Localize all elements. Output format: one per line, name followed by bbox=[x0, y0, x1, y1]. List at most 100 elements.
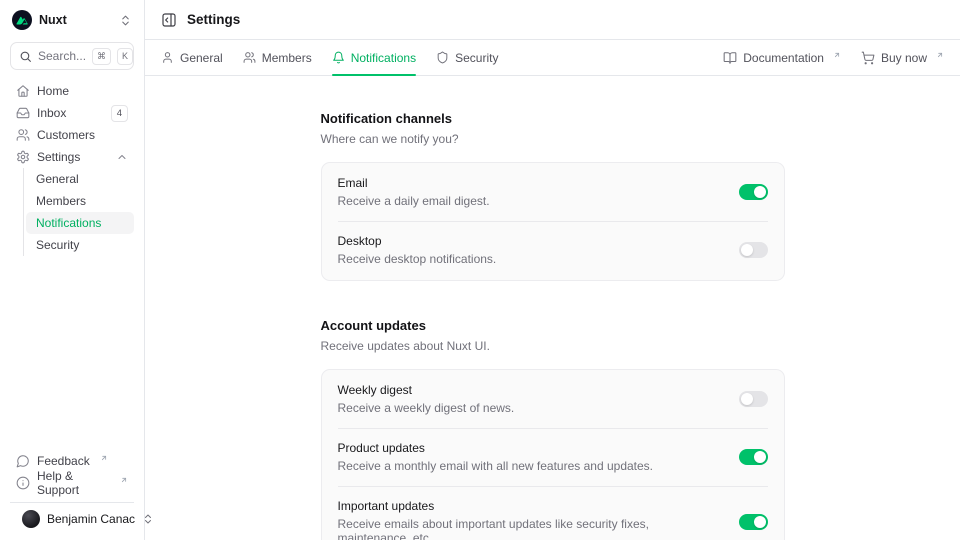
section-title: Notification channels bbox=[321, 111, 785, 126]
tab-label: Notifications bbox=[351, 51, 416, 65]
sidebar-item-notifications[interactable]: Notifications bbox=[26, 212, 134, 234]
sidebar-item-members[interactable]: Members bbox=[26, 190, 134, 212]
sidebar-item-label: Customers bbox=[37, 128, 95, 142]
cart-icon bbox=[861, 51, 875, 65]
sidebar-item-label: Home bbox=[37, 84, 69, 98]
documentation-link[interactable]: Documentation bbox=[723, 51, 841, 65]
sidebar-item-label: Settings bbox=[37, 150, 80, 164]
setting-label: Weekly digest bbox=[338, 383, 723, 397]
chevron-up-icon bbox=[116, 151, 128, 163]
user-icon bbox=[161, 51, 174, 64]
users-icon bbox=[16, 128, 30, 142]
bell-icon bbox=[332, 51, 345, 64]
weekly-digest-toggle[interactable] bbox=[739, 391, 768, 407]
external-link-icon bbox=[936, 51, 944, 59]
workspace-switcher[interactable]: Nuxt bbox=[0, 0, 144, 36]
setting-row-product-updates: Product updates Receive a monthly email … bbox=[338, 428, 768, 486]
sub-item-label: Members bbox=[36, 194, 86, 208]
sidebar-nav: Home Inbox 4 Customers Settings bbox=[0, 80, 144, 256]
section-account-updates: Account updates Receive updates about Nu… bbox=[321, 318, 785, 540]
help-support-label: Help & Support bbox=[37, 469, 110, 497]
setting-label: Desktop bbox=[338, 234, 723, 248]
message-bubble-icon bbox=[16, 454, 30, 468]
setting-description: Receive a weekly digest of news. bbox=[338, 401, 723, 415]
users-icon bbox=[243, 51, 256, 64]
settings-content: Notification channels Where can we notif… bbox=[145, 76, 960, 540]
inbox-icon bbox=[16, 106, 30, 120]
setting-label: Important updates bbox=[338, 499, 723, 513]
section-subtitle: Where can we notify you? bbox=[321, 132, 785, 146]
sidebar-item-home[interactable]: Home bbox=[10, 80, 134, 102]
workspace-name: Nuxt bbox=[39, 13, 112, 27]
setting-description: Receive a monthly email with all new fea… bbox=[338, 459, 723, 473]
external-link-icon bbox=[100, 454, 108, 462]
sub-item-label: General bbox=[36, 172, 79, 186]
user-menu[interactable]: Benjamin Canac bbox=[20, 510, 124, 528]
feedback-label: Feedback bbox=[37, 454, 90, 468]
notification-channels-card: Email Receive a daily email digest. Desk… bbox=[321, 162, 785, 281]
sidebar-footer: Feedback Help & Support Benjamin Canac bbox=[0, 450, 144, 540]
tab-general[interactable]: General bbox=[161, 40, 223, 75]
setting-description: Receive desktop notifications. bbox=[338, 252, 723, 266]
tab-label: General bbox=[180, 51, 223, 65]
app-window: Nuxt Search... ⌘ K Home bbox=[0, 0, 960, 540]
settings-tabbar: General Members Notifications Security bbox=[145, 40, 960, 76]
desktop-toggle[interactable] bbox=[739, 242, 768, 258]
user-name: Benjamin Canac bbox=[47, 512, 135, 526]
tab-label: Security bbox=[455, 51, 498, 65]
setting-description: Receive emails about important updates l… bbox=[338, 517, 723, 540]
sidebar-item-customers[interactable]: Customers bbox=[10, 124, 134, 146]
page-title: Settings bbox=[187, 12, 240, 27]
buy-now-link[interactable]: Buy now bbox=[861, 51, 944, 65]
sidebar-item-settings[interactable]: Settings bbox=[10, 146, 134, 168]
section-subtitle: Receive updates about Nuxt UI. bbox=[321, 339, 785, 353]
inbox-count-badge: 4 bbox=[111, 105, 128, 122]
sidebar-item-inbox[interactable]: Inbox 4 bbox=[10, 102, 134, 124]
section-notification-channels: Notification channels Where can we notif… bbox=[321, 111, 785, 281]
setting-row-weekly-digest: Weekly digest Receive a weekly digest of… bbox=[338, 371, 768, 428]
buy-now-label: Buy now bbox=[881, 51, 927, 65]
external-link-icon bbox=[833, 51, 841, 59]
setting-label: Product updates bbox=[338, 441, 723, 455]
settings-subnav: General Members Notifications Security bbox=[23, 168, 134, 256]
setting-row-desktop: Desktop Receive desktop notifications. bbox=[338, 221, 768, 279]
kbd-k: K bbox=[117, 48, 133, 65]
section-title: Account updates bbox=[321, 318, 785, 333]
info-circle-icon bbox=[16, 476, 30, 490]
sidebar-item-security[interactable]: Security bbox=[26, 234, 134, 256]
tab-security[interactable]: Security bbox=[436, 40, 498, 75]
chevrons-up-down-icon bbox=[119, 14, 132, 27]
main-panel: Settings General Members Notifications bbox=[145, 0, 960, 540]
sidebar-item-label: Inbox bbox=[37, 106, 66, 120]
search-input[interactable]: Search... ⌘ K bbox=[10, 42, 134, 70]
tab-members[interactable]: Members bbox=[243, 40, 312, 75]
search-placeholder: Search... bbox=[38, 49, 86, 63]
gear-icon bbox=[16, 150, 30, 164]
sub-item-label: Security bbox=[36, 238, 79, 252]
important-updates-toggle[interactable] bbox=[739, 514, 768, 530]
documentation-label: Documentation bbox=[743, 51, 824, 65]
kbd-meta: ⌘ bbox=[92, 48, 111, 65]
product-updates-toggle[interactable] bbox=[739, 449, 768, 465]
avatar bbox=[22, 510, 40, 528]
help-support-link[interactable]: Help & Support bbox=[10, 472, 134, 494]
home-icon bbox=[16, 84, 30, 98]
setting-label: Email bbox=[338, 176, 723, 190]
collapse-sidebar-button[interactable] bbox=[161, 12, 177, 28]
page-header: Settings bbox=[145, 0, 960, 40]
tab-notifications[interactable]: Notifications bbox=[332, 40, 416, 75]
sub-item-label: Notifications bbox=[36, 216, 101, 230]
tab-label: Members bbox=[262, 51, 312, 65]
book-open-icon bbox=[723, 51, 737, 65]
email-toggle[interactable] bbox=[739, 184, 768, 200]
setting-row-email: Email Receive a daily email digest. bbox=[338, 164, 768, 221]
search-icon bbox=[19, 50, 32, 63]
external-link-icon bbox=[120, 476, 128, 484]
nuxt-logo bbox=[12, 10, 32, 30]
setting-row-important-updates: Important updates Receive emails about i… bbox=[338, 486, 768, 540]
setting-description: Receive a daily email digest. bbox=[338, 194, 723, 208]
sidebar-item-general[interactable]: General bbox=[26, 168, 134, 190]
sidebar: Nuxt Search... ⌘ K Home bbox=[0, 0, 145, 540]
account-updates-card: Weekly digest Receive a weekly digest of… bbox=[321, 369, 785, 540]
shield-icon bbox=[436, 51, 449, 64]
